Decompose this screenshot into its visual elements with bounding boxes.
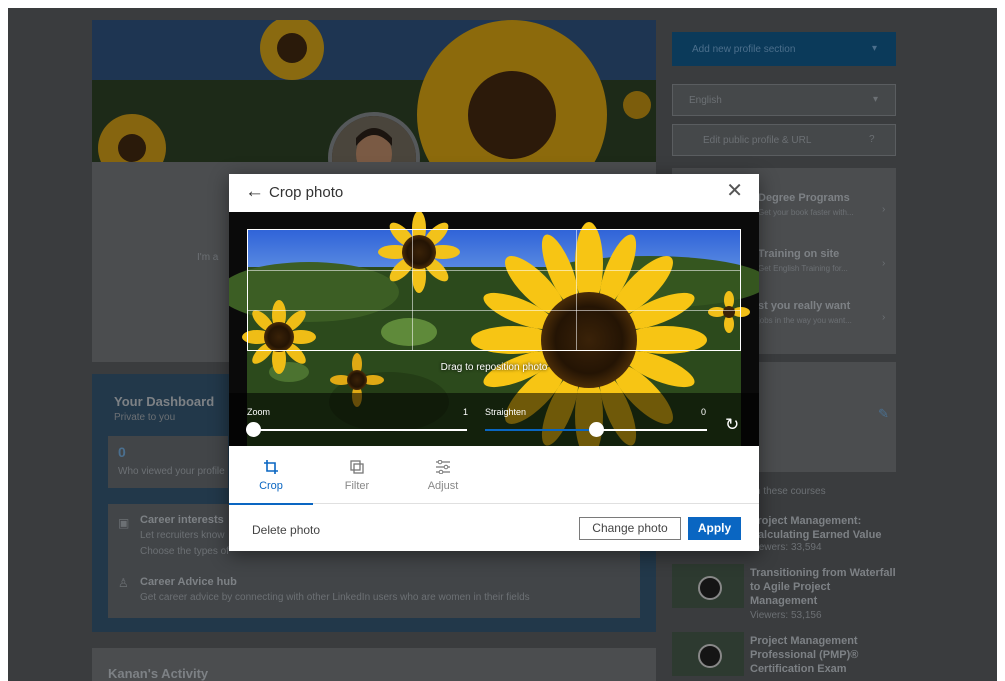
briefcase-icon: ▣ — [118, 516, 130, 530]
career-interests-desc: Let recruiters know — [140, 530, 225, 541]
tab-label: Adjust — [427, 480, 459, 492]
career-interests-title[interactable]: Career interests — [140, 514, 224, 526]
course-title[interactable]: Project Management: Calculating Earned V… — [750, 514, 896, 542]
crop-frame[interactable] — [247, 229, 741, 351]
promo-desc: Get English Training for... — [758, 264, 848, 273]
course-thumbnail[interactable] — [672, 632, 744, 676]
activity-card: Kanan's Activity — [92, 648, 656, 681]
career-advice-title[interactable]: Career Advice hub — [140, 576, 237, 588]
straighten-value: 0 — [701, 407, 707, 417]
pencil-icon[interactable]: ✎ — [878, 406, 889, 422]
drag-hint: Drag to reposition photo — [440, 362, 548, 373]
course-viewers: Viewers: 33,594 — [750, 542, 822, 553]
course-title[interactable]: Project Management Professional (PMP)® C… — [750, 634, 896, 676]
promo-title[interactable]: Training on site — [758, 248, 839, 260]
straighten-label: Straighten — [485, 407, 527, 417]
zoom-label: Zoom — [247, 407, 271, 417]
activity-title: Kanan's Activity — [108, 666, 209, 681]
career-advice-desc: Get career advice by connecting with oth… — [140, 592, 530, 603]
chevron-right-icon[interactable]: › — [882, 312, 885, 323]
chevron-down-icon: ▾ — [873, 94, 879, 105]
zoom-track[interactable] — [253, 429, 467, 431]
tab-filter[interactable]: Filter — [315, 446, 399, 504]
dashboard-title: Your Dashboard — [114, 394, 215, 409]
arrow-left-icon[interactable]: ← — [245, 182, 264, 202]
promo-title[interactable]: st you really want — [758, 300, 850, 312]
tab-crop[interactable]: Crop — [229, 446, 313, 505]
crop-grid-line — [248, 309, 740, 311]
tab-adjust[interactable]: Adjust — [401, 446, 485, 504]
crop-grid-line — [411, 230, 413, 350]
crop-icon — [229, 460, 313, 476]
course-viewers: Viewers: 53,156 — [750, 610, 822, 621]
person-icon: ♙ — [118, 576, 129, 590]
crop-photo-dialog: ← Crop photo ✕ Drag to reposition photo … — [229, 174, 759, 551]
apply-button[interactable]: Apply — [688, 517, 741, 540]
courses-header: ch these courses — [750, 486, 826, 497]
promo-title[interactable]: Degree Programs — [758, 192, 850, 204]
zoom-value: 1 — [463, 407, 469, 417]
intro-text: I'm a — [197, 252, 219, 263]
career-interests-sub: Choose the types of — [140, 546, 229, 557]
profile-views-count: 0 — [118, 444, 126, 460]
zoom-slider-handle[interactable] — [246, 422, 261, 437]
sliders-icon — [401, 459, 485, 476]
dashboard-subtitle: Private to you — [114, 412, 176, 423]
course-title[interactable]: Transitioning from Waterfall to Agile Pr… — [750, 566, 896, 608]
language-select[interactable]: English ▾ — [672, 84, 896, 116]
course-thumbnail[interactable] — [672, 564, 744, 608]
filter-icon — [315, 460, 399, 476]
photo-stage[interactable]: Drag to reposition photo Zoom 1 Straight… — [229, 212, 759, 446]
edit-tabs: Crop Filter Adjust — [229, 446, 759, 505]
promo-desc: jobs in the way you want... — [758, 316, 852, 325]
profile-views-tile[interactable]: 0 Who viewed your profile — [108, 436, 228, 488]
chevron-down-icon: ▾ — [872, 43, 878, 54]
add-profile-section-button[interactable]: Add new profile section ▾ — [672, 32, 896, 66]
tab-label: Filter — [344, 480, 370, 492]
crop-grid-line — [248, 269, 740, 271]
tab-label: Crop — [259, 480, 283, 492]
straighten-slider-handle[interactable] — [589, 422, 604, 437]
reset-rotation-icon[interactable]: ↻ — [725, 415, 739, 435]
help-icon: ? — [869, 134, 875, 145]
straighten-track-fill — [485, 429, 596, 431]
public-profile-link[interactable]: Edit public profile & URL ? — [672, 124, 896, 156]
close-icon[interactable]: ✕ — [726, 181, 743, 201]
dialog-header: ← Crop photo ✕ — [229, 174, 759, 212]
dialog-title: Crop photo — [269, 184, 344, 201]
profile-views-label: Who viewed your profile — [118, 466, 225, 477]
delete-photo-button[interactable]: Delete photo — [252, 523, 320, 537]
change-photo-button[interactable]: Change photo — [579, 517, 681, 540]
chevron-right-icon[interactable]: › — [882, 258, 885, 269]
crop-grid-line — [575, 230, 577, 350]
promo-desc: Get your book faster with... — [758, 208, 854, 217]
adjust-controls: Zoom 1 Straighten 0 ↻ — [229, 393, 759, 446]
chevron-right-icon[interactable]: › — [882, 204, 885, 215]
